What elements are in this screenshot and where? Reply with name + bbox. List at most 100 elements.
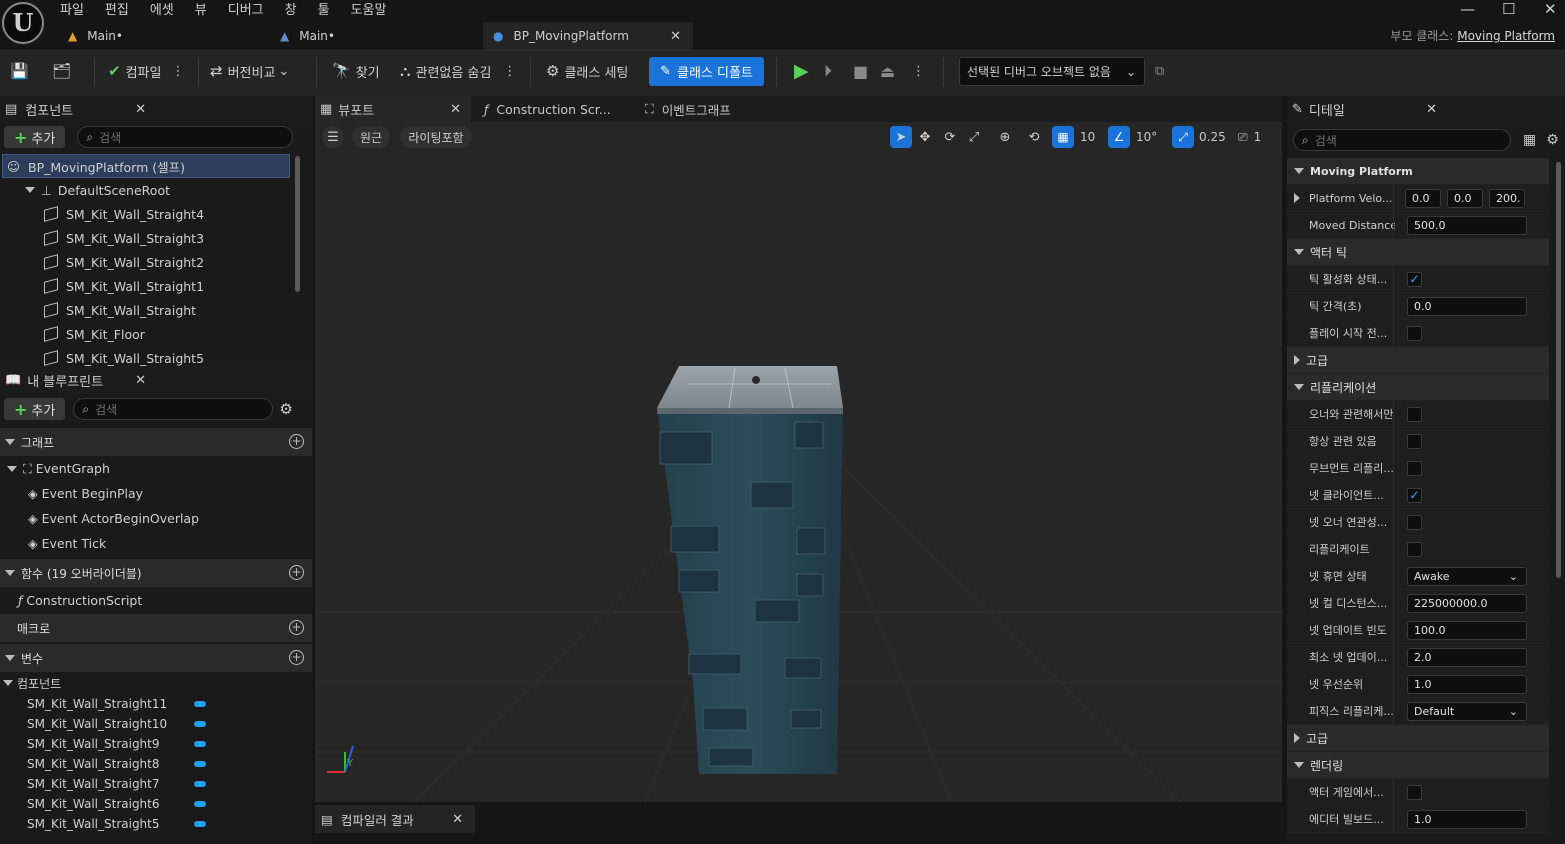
details-scrollbar[interactable] [1556,162,1561,578]
details-search-input[interactable]: ⌕ 검색 [1293,129,1511,151]
browse-button[interactable]: 🗂 [52,56,76,86]
menu-debug[interactable]: 디버그 [228,0,264,18]
close-icon[interactable]: ✕ [1426,102,1437,117]
column-divider[interactable] [1393,806,1394,832]
menu-asset[interactable]: 에셋 [150,0,174,18]
collapse-icon[interactable] [1294,762,1304,768]
diff-button[interactable]: ⇄ 버전비교 ⌄ [210,56,289,86]
close-icon[interactable]: ✕ [135,102,146,117]
collapse-icon[interactable] [5,570,15,576]
tree-item-component[interactable]: SM_Kit_Wall_Straight4 [0,202,312,226]
add-member-button[interactable]: + 추가 [4,398,66,420]
property-select[interactable]: Default ⌄ [1407,701,1527,721]
unreal-logo-icon[interactable]: U [2,2,44,44]
tab-viewport[interactable]: ▦ 뷰포트 ✕ [315,96,471,122]
variables-section[interactable]: 변수 + [0,644,312,672]
doc-tab-bp-moving-platform[interactable]: ● BP_MovingPlatform ✕ [483,22,693,50]
vector-component-input[interactable]: 200. [1489,188,1525,208]
close-icon[interactable]: ✕ [450,102,461,117]
property-value-input[interactable]: 1.0 [1407,674,1527,694]
details-section[interactable]: 고급 [1287,725,1549,752]
expand-icon[interactable] [7,465,17,472]
compile-button[interactable]: ✔ 컴파일 ⋮ [108,56,184,86]
tree-item-component[interactable]: SM_Kit_Wall_Straight1 [0,274,312,298]
close-window-button[interactable]: ✕ [1544,0,1557,18]
hide-unrelated-options-icon[interactable]: ⋮ [503,64,516,79]
functions-section[interactable]: 함수 (19 오버라이더블) + [0,559,312,587]
tree-item-component[interactable]: SM_Kit_Wall_Straight [0,298,312,322]
collapse-icon[interactable] [1294,384,1304,390]
components-search-input[interactable]: ⌕ 검색 [77,126,294,148]
column-divider[interactable] [1393,266,1394,292]
property-checkbox[interactable] [1407,406,1422,422]
property-checkbox[interactable]: ✓ [1407,271,1422,287]
add-graph-icon[interactable]: + [289,434,304,449]
advance-frame-button[interactable]: ⏵ [824,56,832,86]
details-section[interactable]: 리플리케이션 [1287,374,1549,401]
play-options-button[interactable]: ⋮ [912,56,925,86]
column-divider[interactable] [1393,401,1394,427]
column-divider[interactable] [1393,617,1394,643]
macros-section[interactable]: 매크로 + [0,614,312,642]
column-divider[interactable] [1393,644,1394,670]
tree-item-component[interactable]: SM_Kit_Wall_Straight5 [0,346,312,366]
collapse-icon[interactable] [5,655,15,661]
close-icon[interactable]: ✕ [452,812,463,827]
property-checkbox[interactable]: ✓ [1407,487,1422,503]
event-graph-item[interactable]: ⛶ EventGraph [0,456,312,481]
minimize-button[interactable]: — [1460,0,1475,18]
property-value-input[interactable]: 500.0 [1407,215,1527,235]
column-divider[interactable] [1393,779,1394,805]
property-value-input[interactable]: 0.0 [1407,296,1527,316]
property-checkbox[interactable] [1407,541,1422,557]
property-value-input[interactable]: 1.0 [1407,809,1527,829]
column-divider[interactable] [1393,428,1394,454]
vector-component-input[interactable]: 0.0 [1405,188,1441,208]
property-checkbox[interactable] [1407,784,1422,800]
menu-help[interactable]: 도움말 [351,0,387,18]
menu-edit[interactable]: 편집 [105,0,129,18]
menu-tools[interactable]: 툴 [318,0,330,18]
viewport-menu-button[interactable]: ☰ [322,126,344,148]
property-checkbox[interactable] [1407,433,1422,449]
variable-item[interactable]: SM_Kit_Wall_Straight6 [0,794,312,814]
scale-snap-toggle[interactable]: ⤢ 0.25 [1172,126,1226,148]
property-checkbox[interactable] [1407,514,1422,530]
menu-view[interactable]: 뷰 [195,0,207,18]
gear-icon[interactable]: ⚙ [279,400,292,418]
column-divider[interactable] [1393,185,1394,211]
column-divider[interactable] [1393,320,1394,346]
stop-button[interactable]: ■ [853,56,868,86]
surface-snap-button[interactable]: ⟲ [1023,126,1045,148]
perspective-button[interactable]: 원근 [352,126,390,148]
expand-icon[interactable] [3,680,13,686]
my-blueprint-search-input[interactable]: ⌕ 검색 [73,398,274,420]
tree-item-component[interactable]: SM_Kit_Wall_Straight2 [0,250,312,274]
add-variable-icon[interactable]: + [289,650,304,665]
close-icon[interactable]: ✕ [670,29,681,44]
tab-compiler-results[interactable]: ▤ 컴파일러 결과 ✕ [315,805,475,833]
column-divider[interactable] [1393,293,1394,319]
translate-mode-button[interactable]: ✥ [914,126,936,148]
hide-unrelated-button[interactable]: ⛬ 관련없음 숨김 ⋮ [400,56,516,86]
expand-icon[interactable] [25,187,35,193]
column-divider[interactable] [1393,482,1394,508]
save-button[interactable]: 💾 [10,56,34,86]
parent-class-link[interactable]: Moving Platform [1457,29,1555,43]
column-divider[interactable] [1393,590,1394,616]
doc-tab-main-2[interactable]: ▲ Main• [270,22,480,50]
tree-item-scene-root[interactable]: ⊥ DefaultSceneRoot [0,178,312,202]
add-macro-icon[interactable]: + [289,620,304,635]
collapse-icon[interactable] [1294,168,1304,174]
tab-event-graph[interactable]: ⛶ 이벤트그래프 [645,96,731,122]
details-section[interactable]: 렌더링 [1287,752,1549,779]
property-value-input[interactable]: 2.0 [1407,647,1527,667]
compile-options-icon[interactable]: ⋮ [171,64,184,79]
variable-item[interactable]: SM_Kit_Wall_Straight7 [0,774,312,794]
tree-item-component[interactable]: SM_Kit_Floor [0,322,312,346]
find-button[interactable]: 🔭 찾기 [332,56,380,86]
event-item[interactable]: ◈ Event ActorBeginOverlap [0,506,312,531]
select-mode-button[interactable]: ➤ [890,126,912,148]
menu-window[interactable]: 창 [285,0,297,18]
play-button[interactable]: ▶ [794,56,809,86]
